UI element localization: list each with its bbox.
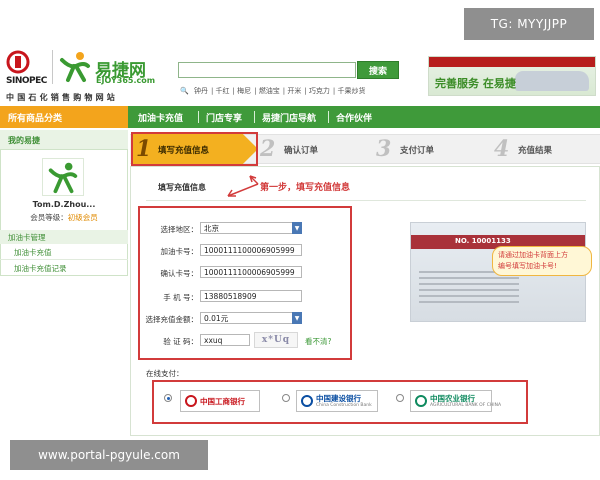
section-title: 填写充值信息 [158, 183, 206, 192]
section-divider [146, 200, 586, 201]
amount-select[interactable]: 0.01元 [200, 312, 302, 324]
hot-link[interactable]: 燃油宝 [259, 87, 280, 95]
region-label: 选择地区： [160, 225, 199, 234]
sidebar-item-recharge-history[interactable]: 加油卡充值记录 [14, 263, 67, 274]
region-select[interactable]: 北京 [200, 222, 302, 234]
hot-link[interactable]: 梅尼 [237, 87, 251, 95]
abc-logo-icon [415, 395, 427, 407]
ccb-logo-icon [301, 395, 313, 407]
sidebar-item-card-recharge[interactable]: 加油卡充值 [14, 247, 52, 258]
phone-label: 手 机 号： [163, 293, 198, 302]
captcha-image[interactable]: x*Uq [254, 332, 298, 348]
captcha-refresh-link[interactable]: 看不清? [305, 336, 331, 347]
step-annotation: 第一步，填写充值信息 [260, 183, 351, 193]
chevron-down-icon[interactable]: ▼ [292, 312, 302, 324]
hot-link[interactable]: 开米 [287, 87, 301, 95]
member-level-label: 会员等级： [30, 213, 68, 222]
nav-all-categories[interactable]: 所有商品分类 [0, 106, 128, 128]
hot-link[interactable]: 钟丹 [194, 87, 208, 95]
sidebar-section-card-management[interactable]: 加油卡管理 [0, 230, 128, 244]
nav-item-partners[interactable]: 合作伙伴 [336, 106, 372, 128]
search-button[interactable]: 搜索 [357, 61, 399, 79]
search-input[interactable] [178, 62, 356, 78]
step-label-4: 充值结果 [518, 146, 553, 156]
site-tagline: 中国石化销售购物网站 [6, 93, 118, 102]
nav-item-store-exclusive[interactable]: 门店专享 [206, 106, 242, 128]
promo-banner[interactable]: 完善服务 在易捷 [428, 56, 596, 96]
bank-name: 中国工商银行 [200, 396, 245, 406]
step-highlight-box [131, 132, 258, 166]
banner-car-icon [515, 71, 589, 91]
step-label-2: 确认订单 [284, 146, 319, 156]
banner-text: 完善服务 在易捷 [435, 77, 516, 90]
hot-link[interactable]: 巧克力 [309, 87, 330, 95]
card-fine-print [419, 271, 519, 307]
bank-english-name: AGRICULTURAL BANK OF CHINA [430, 402, 502, 408]
step-label-3: 支付订单 [400, 146, 435, 156]
hot-link[interactable]: 千果炒货 [338, 87, 366, 95]
watermark-top: TG: MYYJJPP [464, 8, 594, 40]
bank-radio-icbc[interactable] [164, 394, 172, 402]
confirm-card-number-label: 确认卡号： [160, 269, 199, 278]
bank-name: 中国农业银行 [430, 393, 475, 403]
watermark-bottom: www.portal-pgyule.com [10, 440, 208, 470]
sinopec-wordmark: SINOPEC [6, 76, 47, 86]
sidebar-title: 我的易捷 [0, 130, 128, 150]
bank-option-ccb[interactable]: 中国建设银行 China Construction Bank [296, 390, 378, 412]
sidebar-divider [0, 259, 128, 260]
nav-separator [328, 111, 329, 123]
nav-item-store-guide[interactable]: 易捷门店导航 [262, 106, 316, 128]
bank-radio-abc[interactable] [396, 394, 404, 402]
phone-input[interactable]: 13880518909 [200, 290, 302, 302]
card-tip-line: 编号填写加油卡号! [498, 262, 557, 270]
ejoy-logo-icon[interactable] [58, 50, 92, 84]
bank-radio-ccb[interactable] [282, 394, 290, 402]
nav-item-card-recharge[interactable]: 加油卡充值 [138, 106, 183, 128]
chevron-down-icon[interactable]: ▼ [292, 222, 302, 234]
step-number-4: 4 [494, 136, 510, 162]
amount-label: 选择充值金额： [145, 315, 199, 324]
card-number-label: 加油卡号： [160, 247, 199, 256]
bank-option-icbc[interactable]: 中国工商银行 [180, 390, 260, 412]
card-number-display: NO. 10001133 [455, 237, 511, 245]
nav-separator [254, 111, 255, 123]
payment-label: 在线支付： [146, 369, 184, 378]
nav-separator [198, 111, 199, 123]
step-number-3: 3 [376, 136, 392, 162]
step-number-2: 2 [260, 136, 276, 162]
hot-links: 🔍 钟丹 | 千红 | 梅尼 | 燃油宝 | 开米 | 巧克力 | 千果炒货 [180, 87, 366, 95]
member-level-value: 初级会员 [67, 213, 98, 222]
avatar [42, 158, 84, 196]
bank-option-abc[interactable]: 中国农业银行 AGRICULTURAL BANK OF CHINA [410, 390, 501, 412]
captcha-label: 验 证 码： [163, 337, 198, 346]
member-level: 会员等级：初级会员 [0, 212, 128, 223]
bank-english-name: China Construction Bank [316, 402, 372, 408]
search-icon: 🔍 [180, 87, 189, 95]
card-tip-line: 请通过加油卡背面上方 [498, 251, 568, 259]
card-tip-bubble: 请通过加油卡背面上方 编号填写加油卡号! [492, 246, 592, 276]
brand-url: EJOY365.com [96, 76, 156, 85]
banner-station-roof [429, 57, 595, 67]
captcha-input[interactable]: xxuq [200, 334, 250, 346]
username: Tom.D.Zhou... [32, 200, 96, 209]
brand-divider [52, 50, 53, 84]
hot-link[interactable]: 千红 [216, 87, 230, 95]
icbc-logo-icon [185, 395, 197, 407]
card-number-input[interactable]: 1000111100006905999 [200, 244, 302, 256]
confirm-card-number-input[interactable]: 1000111100006905999 [200, 266, 302, 278]
bank-name: 中国建设银行 [316, 393, 361, 403]
